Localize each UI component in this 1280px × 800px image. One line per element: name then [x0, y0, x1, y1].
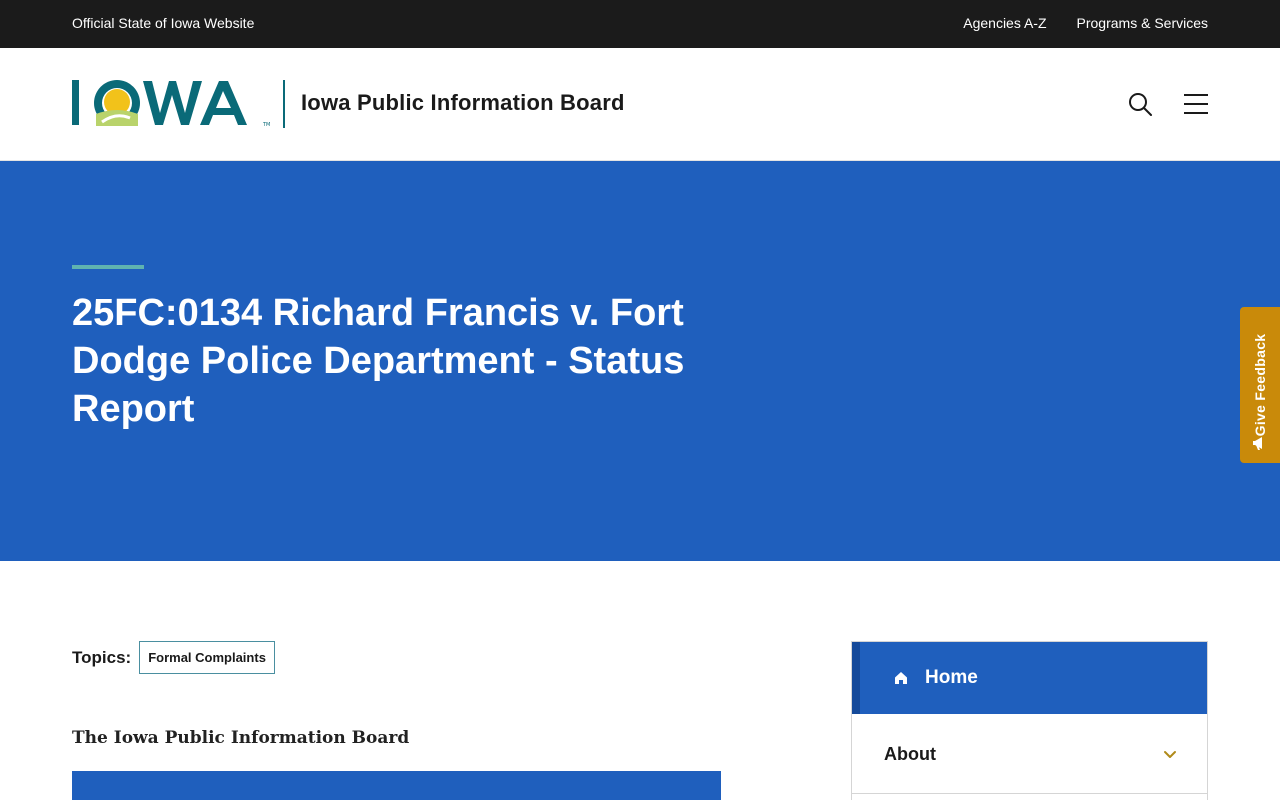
page-title: 25FC:0134 Richard Francis v. Fort Dodge …	[72, 292, 685, 430]
programs-services-link[interactable]: Programs & Services	[1077, 15, 1208, 31]
site-name[interactable]: Iowa Public Information Board	[301, 90, 625, 116]
org-heading: The Iowa Public Information Board	[72, 728, 410, 748]
sidebar-item-label: Home	[925, 667, 978, 688]
page-hero: 25FC:0134 Richard Francis v. Fort Dodge …	[0, 161, 1280, 561]
megaphone-icon	[1253, 437, 1262, 450]
topic-tag-formal-complaints[interactable]: Formal Complaints	[139, 641, 275, 674]
official-site-notice: Official State of Iowa Website	[72, 15, 255, 31]
sidebar-nav: Home About	[851, 641, 1208, 800]
iowa-logo[interactable]: TM	[72, 78, 272, 130]
give-feedback-button[interactable]: Give Feedback	[1240, 307, 1280, 463]
hamburger-menu-icon[interactable]	[1182, 92, 1210, 116]
content-banner	[72, 771, 721, 800]
feedback-content: Give Feedback	[1240, 307, 1280, 463]
agencies-a-z-link[interactable]: Agencies A-Z	[963, 15, 1046, 31]
utility-bar: Official State of Iowa Website Agencies …	[0, 0, 1280, 48]
sidebar-item-home[interactable]: Home	[852, 642, 1207, 714]
topics-row: Topics: Formal Complaints	[72, 641, 275, 674]
utility-links: Agencies A-Z Programs & Services	[963, 15, 1208, 31]
chevron-down-icon[interactable]	[1162, 747, 1178, 763]
site-header: TM Iowa Public Information Board	[0, 48, 1280, 161]
search-icon[interactable]	[1126, 90, 1154, 118]
home-icon	[895, 672, 907, 684]
logo-divider	[283, 80, 285, 128]
sidebar-item-about[interactable]: About	[852, 714, 1207, 794]
topics-label: Topics:	[72, 647, 132, 667]
hero-accent-bar	[72, 265, 144, 269]
feedback-label: Give Feedback	[1252, 333, 1268, 437]
svg-text:TM: TM	[262, 122, 270, 128]
sidebar-item-label: About	[884, 744, 936, 764]
